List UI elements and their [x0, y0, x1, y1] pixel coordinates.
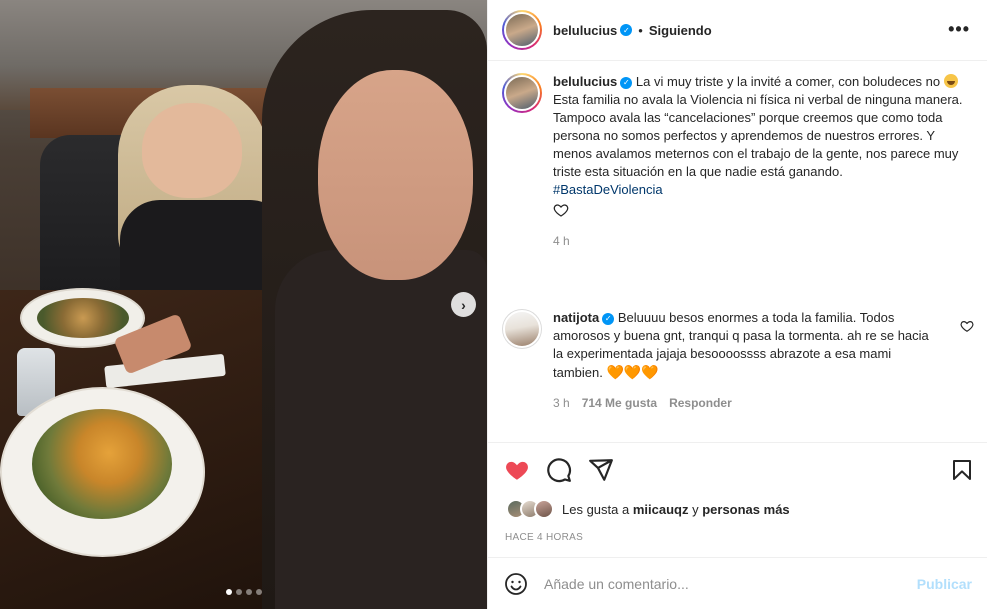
- laughing-emoji-icon: [943, 74, 958, 88]
- post-details-panel: belulucius ✓ • Siguiendo ••• belulucius ✓…: [487, 0, 987, 609]
- post-time: HACE 4 HORAS: [505, 532, 584, 543]
- save-bookmark-icon[interactable]: [950, 458, 974, 482]
- likes-summary: Les gusta a miicauqz y personas más: [506, 499, 790, 519]
- emoji-picker-icon[interactable]: [504, 572, 528, 596]
- likes-prefix: Les gusta a: [562, 501, 630, 517]
- comment-input[interactable]: [544, 575, 904, 592]
- carousel-dot-1[interactable]: [226, 589, 232, 595]
- carousel-dot-3[interactable]: [246, 589, 252, 595]
- caption-time: 4 h: [553, 234, 570, 248]
- comment-item: natijota ✓ Beluuuu besos enormes a toda l…: [502, 309, 974, 412]
- commenter-avatar[interactable]: [502, 309, 542, 349]
- woman-left-face: [142, 103, 242, 198]
- caption-like-heart-icon[interactable]: [553, 202, 569, 218]
- verified-badge-icon: ✓: [602, 312, 615, 325]
- share-icon[interactable]: [588, 457, 614, 483]
- orange-hearts-emoji: 🧡🧡🧡: [606, 364, 659, 380]
- caption-username[interactable]: belulucius: [553, 74, 617, 89]
- author-avatar[interactable]: [502, 10, 542, 50]
- comment-icon[interactable]: [546, 457, 572, 483]
- verified-badge-icon: ✓: [620, 24, 633, 36]
- caption-avatar[interactable]: [502, 73, 542, 113]
- woman-right-face: [318, 70, 473, 280]
- commenter-username[interactable]: natijota: [553, 310, 599, 325]
- carousel-dot-4[interactable]: [256, 589, 262, 595]
- action-bar: Les gusta a miicauqz y personas más HACE…: [488, 442, 987, 557]
- following-button[interactable]: Siguiendo: [649, 23, 712, 38]
- plate-front: [0, 387, 205, 557]
- likes-others-link[interactable]: personas más: [702, 502, 789, 517]
- carousel-next-button[interactable]: ›: [451, 292, 476, 317]
- liked-by-username[interactable]: miicauqz: [633, 502, 689, 517]
- publish-button[interactable]: Publicar: [917, 576, 972, 592]
- author-username[interactable]: belulucius: [553, 23, 617, 38]
- add-comment-bar: Publicar: [488, 557, 987, 609]
- carousel-dot-2[interactable]: [236, 589, 242, 595]
- comments-section[interactable]: belulucius ✓ La vi muy triste y la invité…: [488, 61, 987, 442]
- like-heart-icon[interactable]: [504, 457, 530, 483]
- comment-likes[interactable]: 714 Me gusta: [582, 394, 657, 412]
- liker-avatars[interactable]: [506, 499, 554, 519]
- likes-join: y: [692, 501, 699, 517]
- reply-button[interactable]: Responder: [669, 394, 732, 412]
- comment-time: 3 h: [553, 396, 570, 410]
- separator-dot: •: [638, 22, 643, 38]
- post-photo[interactable]: ›: [0, 0, 487, 609]
- carousel-dots: [226, 589, 262, 595]
- caption-text-line1: La vi muy triste y la invité a comer, co…: [635, 74, 941, 89]
- hashtag-link[interactable]: #BastaDeViolencia: [553, 181, 963, 199]
- post-header: belulucius ✓ • Siguiendo •••: [488, 0, 987, 61]
- caption: belulucius ✓ La vi muy triste y la invité…: [502, 73, 972, 250]
- comment-like-heart-icon[interactable]: [960, 319, 974, 333]
- caption-text-body: Esta familia no avala la Violencia ni fí…: [553, 92, 966, 179]
- more-options-icon[interactable]: •••: [948, 19, 970, 40]
- verified-badge-icon: ✓: [620, 76, 633, 89]
